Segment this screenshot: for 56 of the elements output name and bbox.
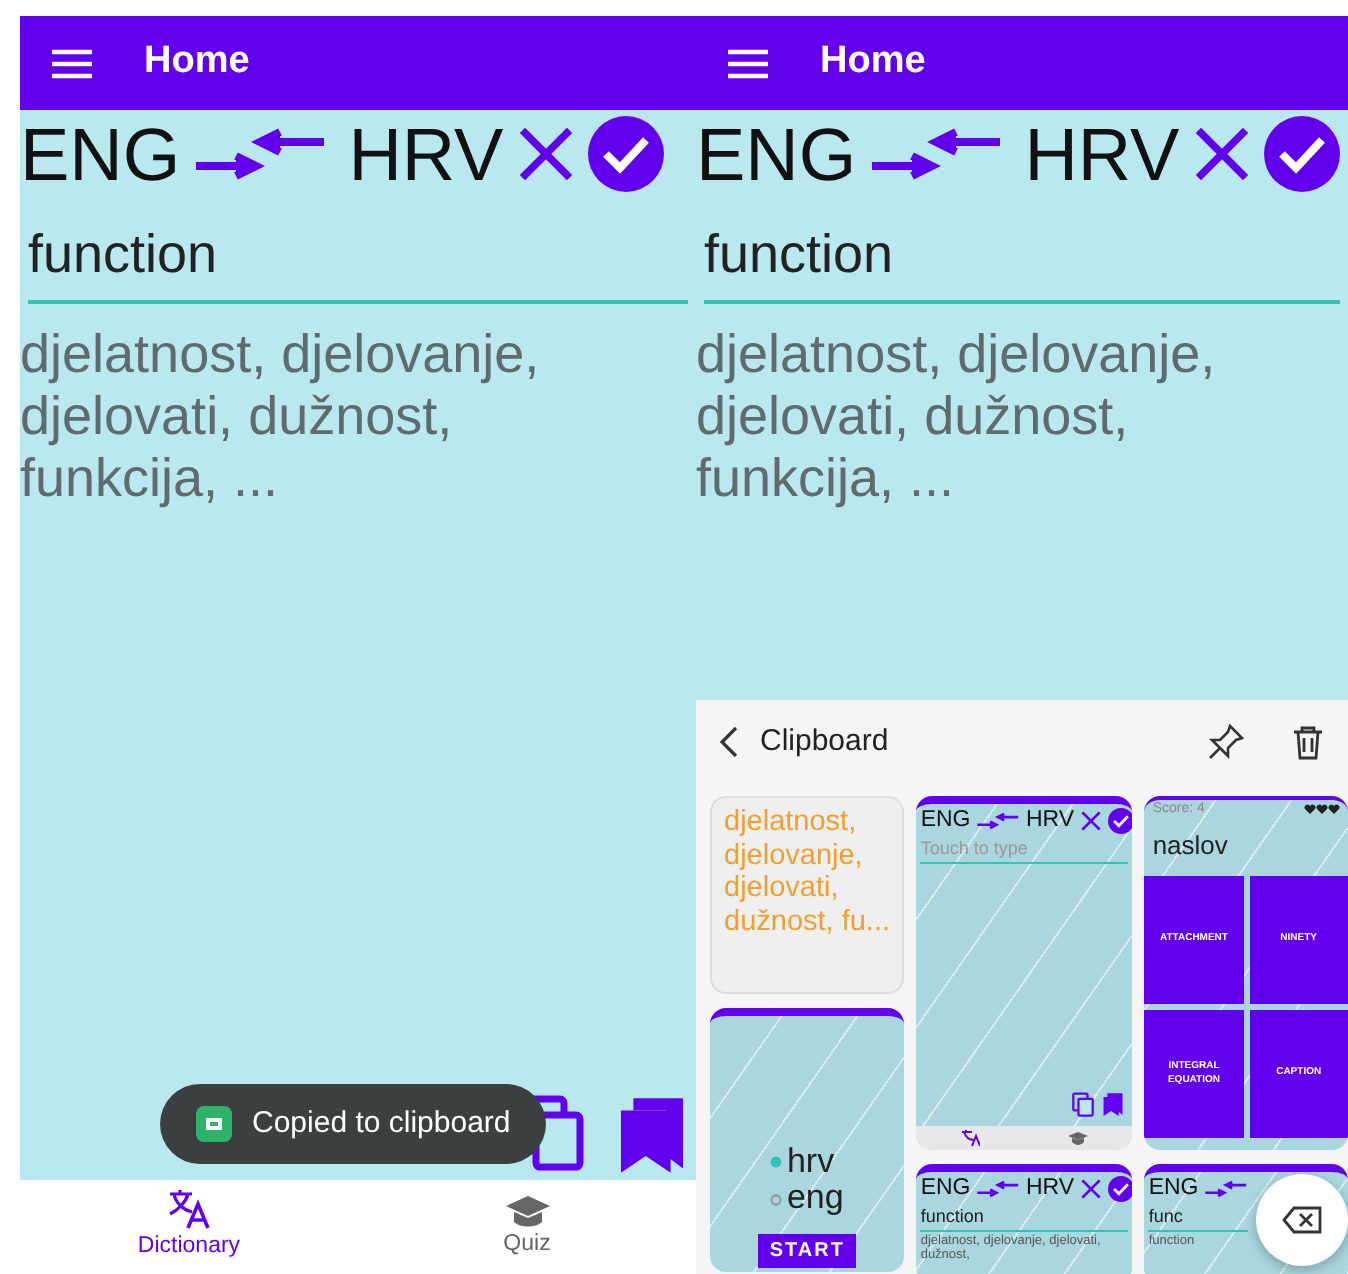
panel-title: Clipboard xyxy=(760,721,891,762)
translation-text: djelatnost, djelovanje, djelovati, dužnost, funkcija, ... xyxy=(696,323,1218,510)
nav-tab[interactable]: Quiz xyxy=(358,1180,696,1274)
search-field[interactable]: function xyxy=(704,210,1340,303)
input-field: func xyxy=(1148,1206,1248,1232)
check-circle-icon[interactable] xyxy=(1263,116,1340,192)
language-label[interactable]: ENG xyxy=(20,117,181,191)
graduation-cap-icon xyxy=(505,1191,549,1228)
translate-icon xyxy=(167,1188,211,1231)
close-icon[interactable] xyxy=(1191,124,1252,184)
quiz-word: naslov xyxy=(1150,827,1230,863)
bookmark-icon[interactable] xyxy=(616,1093,688,1176)
trash-icon[interactable] xyxy=(1292,724,1324,760)
swap-arrows-icon[interactable] xyxy=(976,1180,1020,1199)
input-field: Touch to type xyxy=(920,838,1129,864)
close-icon[interactable] xyxy=(1080,810,1103,833)
back-icon[interactable] xyxy=(720,726,740,758)
input-field: function xyxy=(920,1206,1129,1232)
pin-icon[interactable] xyxy=(1208,724,1244,760)
radio-button[interactable] xyxy=(770,1155,783,1168)
toast-text: Copied to clipboard xyxy=(252,1103,511,1144)
app-title: Home xyxy=(820,38,926,87)
search-field[interactable]: function xyxy=(28,210,688,303)
option-label: eng xyxy=(786,1180,844,1218)
quiz-screenshot[interactable]: hrv eng START xyxy=(710,1008,905,1272)
language-label[interactable]: ENG xyxy=(1148,1172,1199,1207)
option-label: hrv xyxy=(786,1143,835,1181)
language-label[interactable]: HRV xyxy=(1024,117,1180,191)
app-title: Home xyxy=(144,38,250,87)
graduation-cap-icon xyxy=(1068,1130,1089,1146)
language-label[interactable]: ENG xyxy=(696,117,857,191)
clipboard-icon xyxy=(196,1106,232,1142)
close-icon[interactable] xyxy=(515,124,576,184)
start-button[interactable]: START xyxy=(757,1234,857,1268)
close-icon[interactable] xyxy=(1080,1178,1103,1201)
swap-arrows-icon[interactable] xyxy=(1204,1180,1248,1199)
bookmark-icon[interactable] xyxy=(1102,1092,1125,1118)
dictionary-screenshot[interactable]: ENG HRV Touch to type xyxy=(916,796,1133,1150)
backspace-icon xyxy=(1282,1206,1322,1234)
language-label[interactable]: ENG xyxy=(920,804,971,839)
radio-button[interactable] xyxy=(770,1193,783,1206)
translate-icon xyxy=(960,1128,981,1148)
copy-icon[interactable] xyxy=(1072,1092,1095,1118)
language-label[interactable]: ENG xyxy=(920,1172,971,1207)
swap-arrows-icon[interactable] xyxy=(868,126,1005,182)
swap-arrows-icon[interactable] xyxy=(192,126,329,182)
translation-text: djelatnost, djelovanje, djelovati, dužnost, funkcija, ... xyxy=(20,323,542,510)
hearts-icon xyxy=(1304,804,1340,817)
menu-icon[interactable] xyxy=(52,47,92,79)
nav-tab[interactable]: Dictionary xyxy=(20,1180,358,1274)
check-circle-icon[interactable] xyxy=(587,116,664,192)
language-label[interactable]: HRV xyxy=(348,117,504,191)
language-label[interactable]: HRV xyxy=(1026,1172,1075,1207)
language-label[interactable]: HRV xyxy=(1026,804,1075,839)
swap-arrows-icon[interactable] xyxy=(976,812,1020,831)
menu-icon[interactable] xyxy=(728,47,768,79)
